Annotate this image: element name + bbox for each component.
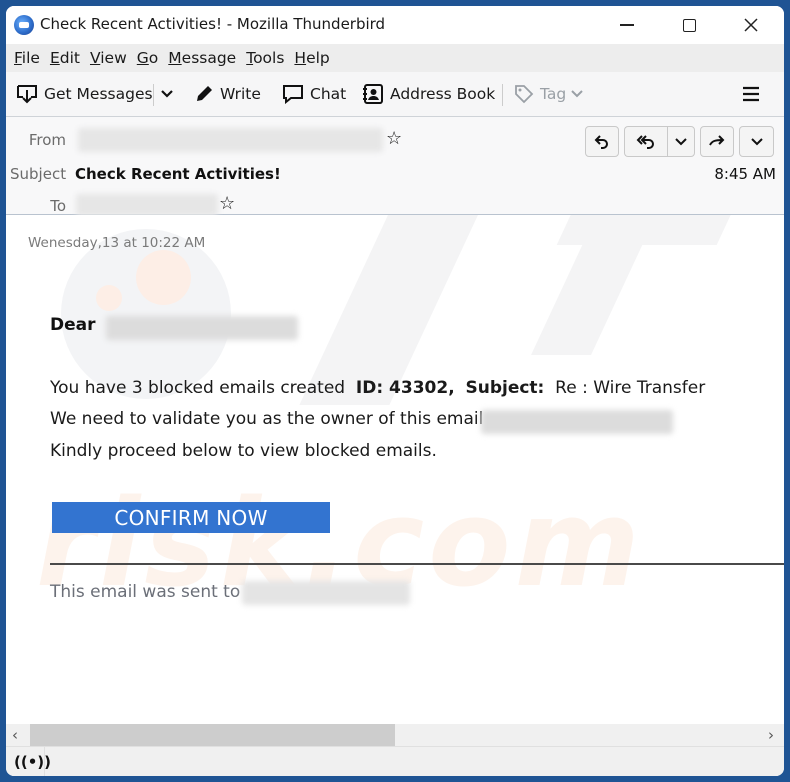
reply-icon	[594, 134, 608, 149]
email-address-redacted	[481, 410, 673, 434]
close-icon	[744, 18, 758, 32]
subject-label: Subject	[10, 165, 67, 183]
menu-file-rest: ile	[21, 49, 40, 67]
reply-all-icon	[636, 134, 654, 149]
email-date: Wenesday,13 at 10:22 AM	[28, 235, 206, 251]
minimize-icon	[620, 24, 634, 26]
chat-bubble-icon	[283, 85, 303, 104]
divider	[50, 563, 784, 565]
message-time: 8:45 AM	[714, 165, 776, 183]
maximize-icon	[682, 18, 696, 32]
write-button[interactable]: Write	[194, 80, 261, 108]
tag-icon	[515, 85, 534, 104]
watermark-shape	[299, 215, 483, 405]
chevron-down-icon	[675, 137, 687, 145]
scroll-left-arrow[interactable]: ‹	[12, 726, 18, 744]
greeting: Dear	[50, 315, 96, 335]
maximize-button[interactable]	[666, 10, 712, 40]
scroll-right-arrow[interactable]: ›	[768, 726, 774, 744]
get-messages-dropdown[interactable]	[160, 80, 180, 108]
forward-button[interactable]	[700, 126, 734, 157]
footer-sent-to: This email was sent to	[50, 582, 241, 602]
menu-edit[interactable]: Edit	[50, 49, 80, 67]
thunderbird-icon	[14, 15, 34, 35]
message-header: From ☆ Subject Check Recent Activities! …	[6, 117, 784, 216]
message-subject: Check Recent Activities!	[75, 165, 281, 183]
menu-help[interactable]: Help	[294, 49, 329, 67]
watermark-dot	[136, 250, 191, 305]
confirm-now-button[interactable]: CONFIRM NOW	[52, 502, 330, 533]
star-icon[interactable]: ☆	[386, 128, 402, 149]
body-line-3: Kindly proceed below to view blocked ema…	[50, 441, 437, 461]
window-title: Check Recent Activities! - Mozilla Thund…	[40, 15, 386, 33]
star-icon[interactable]: ☆	[219, 193, 235, 214]
chevron-down-icon	[750, 137, 763, 145]
toolbar-separator	[153, 84, 154, 106]
body-line-1: You have 3 blocked emails created ID: 43…	[50, 378, 706, 398]
minimize-button[interactable]	[604, 10, 650, 40]
menu-tools[interactable]: Tools	[246, 49, 284, 67]
chat-button[interactable]: Chat	[282, 80, 346, 108]
title-bar: Check Recent Activities! - Mozilla Thund…	[6, 6, 784, 44]
to-address-redacted[interactable]	[76, 194, 218, 216]
chat-label: Chat	[310, 85, 347, 103]
tag-button[interactable]: Tag	[514, 80, 589, 108]
message-id: ID: 43302,	[355, 378, 455, 398]
write-label: Write	[220, 85, 261, 103]
get-messages-label: Get Messages	[44, 85, 153, 103]
address-book-button[interactable]: Address Book	[362, 80, 495, 108]
reply-all-button[interactable]	[624, 126, 667, 157]
close-button[interactable]	[728, 10, 774, 40]
main-toolbar: Get Messages Write Chat Address Book Tag	[6, 72, 784, 117]
horizontal-scrollbar[interactable]: ‹ ›	[6, 724, 784, 746]
status-bar: ((•))	[6, 746, 784, 776]
menu-bar: File Edit View Go Message Tools Help	[6, 44, 784, 72]
menu-message[interactable]: Message	[168, 49, 236, 67]
message-body: risk.com Wenesday,13 at 10:22 AM Dear Yo…	[6, 215, 784, 725]
forward-arrow-icon	[709, 134, 725, 145]
watermark-dot	[96, 285, 122, 311]
recipient-name-redacted	[106, 316, 298, 340]
status-separator	[44, 747, 45, 776]
menu-view[interactable]: View	[90, 49, 127, 67]
watermark-shape	[531, 215, 661, 355]
footer-address-redacted	[242, 581, 410, 605]
reply-all-dropdown[interactable]	[667, 126, 695, 157]
download-message-icon	[17, 85, 37, 104]
app-menu-button[interactable]	[742, 80, 766, 108]
from-label: From	[28, 131, 66, 149]
subject-value-inline: Re : Wire Transfer	[555, 378, 706, 398]
toolbar-separator	[502, 84, 503, 106]
scrollbar-thumb[interactable]	[30, 724, 395, 746]
address-book-icon	[363, 84, 383, 104]
tag-label: Tag	[540, 85, 567, 103]
chevron-down-icon	[161, 90, 173, 98]
subject-label-inline: Subject:	[465, 378, 545, 398]
menu-file[interactable]: File	[14, 49, 40, 67]
chevron-down-icon	[571, 90, 583, 98]
body-line-2: We need to validate you as the owner of …	[50, 409, 484, 429]
more-actions-button[interactable]	[739, 126, 774, 157]
online-status-icon[interactable]: ((•))	[14, 753, 51, 771]
hamburger-menu-icon	[743, 86, 759, 102]
get-messages-button[interactable]: Get Messages	[16, 80, 153, 108]
from-address-redacted[interactable]	[78, 128, 383, 152]
reply-button[interactable]	[585, 126, 619, 157]
pencil-icon	[197, 86, 212, 101]
to-label: To	[50, 197, 66, 215]
thunderbird-window: Check Recent Activities! - Mozilla Thund…	[6, 6, 784, 776]
address-book-label: Address Book	[390, 85, 496, 103]
menu-go[interactable]: Go	[137, 49, 159, 67]
